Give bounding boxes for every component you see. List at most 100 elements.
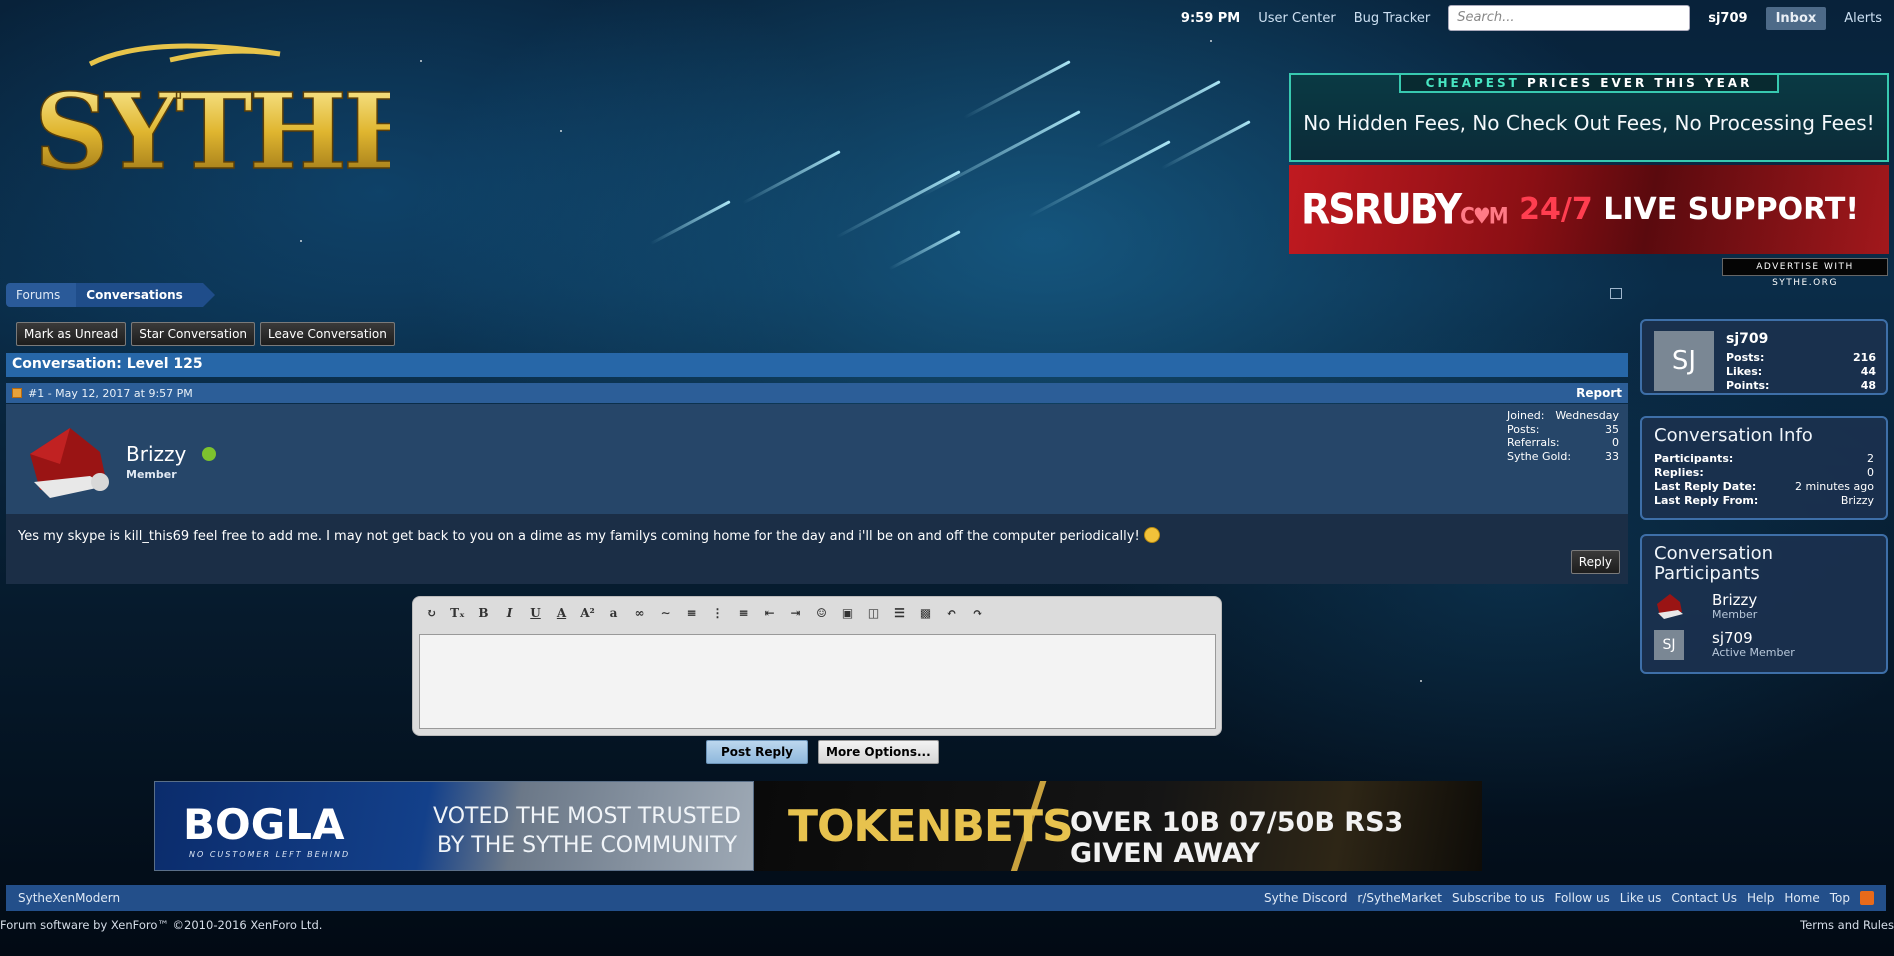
reply-textarea[interactable] (419, 634, 1216, 729)
participant-role: Member (1712, 608, 1758, 621)
message-permalink[interactable]: #1 - May 12, 2017 at 9:57 PM (28, 387, 193, 400)
inbox-link[interactable]: Inbox (1765, 6, 1827, 30)
more-options-button[interactable]: More Options... (818, 740, 939, 764)
logo-text: SYTHE (34, 70, 390, 193)
post-reply-button[interactable]: Post Reply (706, 740, 808, 764)
copyright-text[interactable]: Forum software by XenForo™ ©2010-2016 Xe… (0, 918, 322, 932)
smilies-icon[interactable]: ☺ (813, 605, 830, 622)
footer-link-help[interactable]: Help (1747, 891, 1774, 905)
breadcrumb-forums[interactable]: Forums (6, 283, 77, 307)
insert-icon[interactable]: ☰ (891, 605, 908, 622)
footer-link-home[interactable]: Home (1784, 891, 1819, 905)
info-row: Last Reply Date: 2 minutes ago (1654, 480, 1874, 494)
footer-link-subscribe[interactable]: Subscribe to us (1452, 891, 1545, 905)
redo-icon[interactable]: ↷ (969, 605, 986, 622)
unlink-icon[interactable]: ∼ (657, 605, 674, 622)
ad-banner-tokenbets[interactable]: TOKENBETS OVER 10B 07/50B RS3 GIVEN AWAY (754, 781, 1482, 871)
underline-icon[interactable]: U (527, 605, 544, 622)
ad-banner-fees[interactable]: CHEAPEST PRICES EVER THIS YEAR No Hidden… (1289, 73, 1889, 162)
bullet-list-icon[interactable]: ⋮ (709, 605, 726, 622)
ad-banner-bogla[interactable]: BOGLA NO CUSTOMER LEFT BEHIND VOTED THE … (154, 781, 754, 871)
ad-bogla-sub: NO CUSTOMER LEFT BEHIND (189, 850, 351, 859)
stat-value: 35 (1605, 422, 1619, 436)
toggle-bbcode-icon[interactable]: ↻ (423, 605, 440, 622)
footer-link-discord[interactable]: Sythe Discord (1264, 891, 1347, 905)
user-center-link[interactable]: User Center (1258, 11, 1336, 26)
indent-icon[interactable]: ⇥ (787, 605, 804, 622)
bug-tracker-link[interactable]: Bug Tracker (1354, 11, 1430, 26)
info-value: 2 (1867, 452, 1874, 465)
breadcrumb-conversations[interactable]: Conversations (76, 283, 215, 307)
visitor-stats: Posts: 216 Likes: 44 Points: 48 (1726, 351, 1876, 393)
reply-button[interactable]: Reply (1570, 550, 1620, 574)
font-family-icon[interactable]: a (605, 605, 622, 622)
link-icon[interactable]: ∞ (631, 605, 648, 622)
site-logo[interactable]: SYTHE (30, 34, 423, 194)
author-stat-joined: Joined: Wednesday (1507, 409, 1619, 423)
ad-rsruby-brand-suffix: C♥M (1460, 202, 1508, 229)
info-row: Participants: 2 (1654, 452, 1874, 466)
visitor-name[interactable]: sj709 (1726, 331, 1768, 347)
post-author-name[interactable]: Brizzy (126, 442, 186, 466)
info-value: 0 (1867, 466, 1874, 479)
numbered-list-icon[interactable]: ≡ (735, 605, 752, 622)
advertise-link[interactable]: ADVERTISE WITH SYTHE.ORG (1722, 258, 1888, 288)
image-icon[interactable]: ▣ (839, 605, 856, 622)
ad-banner-rsruby[interactable]: RSRUBYC♥M 24/7 LIVE SUPPORT! (1289, 165, 1889, 254)
leave-conversation-button[interactable]: Leave Conversation (260, 322, 395, 346)
media-icon[interactable]: ◫ (865, 605, 882, 622)
save-draft-icon[interactable]: ▩ (917, 605, 934, 622)
star-conversation-button[interactable]: Star Conversation (131, 322, 256, 346)
footer-link-like[interactable]: Like us (1620, 891, 1662, 905)
footer-link-top[interactable]: Top (1830, 891, 1850, 905)
participant-name[interactable]: sj709 (1712, 630, 1795, 646)
ad-headline-highlight: CHEAPEST (1425, 76, 1520, 90)
footer-link-reddit[interactable]: r/SytheMarket (1357, 891, 1442, 905)
visitor-stat-points: Points: 48 (1726, 379, 1876, 393)
stat-label: Points: (1726, 379, 1770, 392)
avatar[interactable]: SJ (1654, 331, 1714, 391)
avatar[interactable]: SJ (1654, 630, 1684, 660)
top-navigation: 9:59 PM User Center Bug Tracker Search..… (1181, 5, 1882, 31)
ad-rsruby-brand-text: RSRUBY (1301, 184, 1462, 234)
remove-format-icon[interactable]: Tₓ (449, 605, 466, 622)
info-value[interactable]: Brizzy (1841, 494, 1874, 508)
italic-icon[interactable]: I (501, 605, 518, 622)
participant-item[interactable]: Brizzy Member (1654, 592, 1874, 622)
align-icon[interactable]: ≡ (683, 605, 700, 622)
stat-label: Referrals: (1507, 436, 1560, 449)
santa-hat-avatar-icon[interactable] (1654, 592, 1684, 622)
undo-icon[interactable]: ↶ (943, 605, 960, 622)
info-row: Last Reply From: Brizzy (1654, 494, 1874, 508)
stat-label: Sythe Gold: (1507, 449, 1572, 463)
search-input[interactable]: Search... (1448, 5, 1691, 31)
ad-bogla-brand: BOGLA (183, 800, 345, 849)
info-row: Replies: 0 (1654, 466, 1874, 480)
alerts-link[interactable]: Alerts (1844, 11, 1882, 26)
outdent-icon[interactable]: ⇤ (761, 605, 778, 622)
message-header: #1 - May 12, 2017 at 9:57 PM Report (6, 383, 1628, 403)
participant-name[interactable]: Brizzy (1712, 592, 1757, 608)
user-avatar-santa-hat-icon[interactable] (20, 424, 110, 500)
footer-link-contact[interactable]: Contact Us (1671, 891, 1737, 905)
participant-item[interactable]: SJ sj709 Active Member (1654, 630, 1874, 660)
info-label: Replies: (1654, 466, 1704, 479)
font-color-icon[interactable]: A (553, 605, 570, 622)
bold-icon[interactable]: B (475, 605, 492, 622)
popout-icon[interactable] (1610, 288, 1622, 299)
rss-icon[interactable] (1860, 891, 1874, 905)
stat-value: 0 (1612, 436, 1619, 449)
font-size-icon[interactable]: A² (579, 605, 596, 622)
report-link[interactable]: Report (1576, 386, 1622, 400)
online-status-icon (202, 447, 216, 461)
stat-value: 48 (1860, 379, 1876, 392)
stat-value: 33 (1605, 449, 1619, 463)
info-label: Last Reply Date: (1654, 480, 1757, 493)
terms-link[interactable]: Terms and Rules (1800, 918, 1894, 932)
post-author-role: Member (126, 468, 177, 481)
mark-unread-button[interactable]: Mark as Unread (16, 322, 127, 346)
smiley-icon (1143, 527, 1160, 543)
account-link[interactable]: sj709 (1708, 11, 1747, 26)
footer-link-follow[interactable]: Follow us (1554, 891, 1609, 905)
style-chooser-link[interactable]: SytheXenModern (18, 891, 120, 905)
